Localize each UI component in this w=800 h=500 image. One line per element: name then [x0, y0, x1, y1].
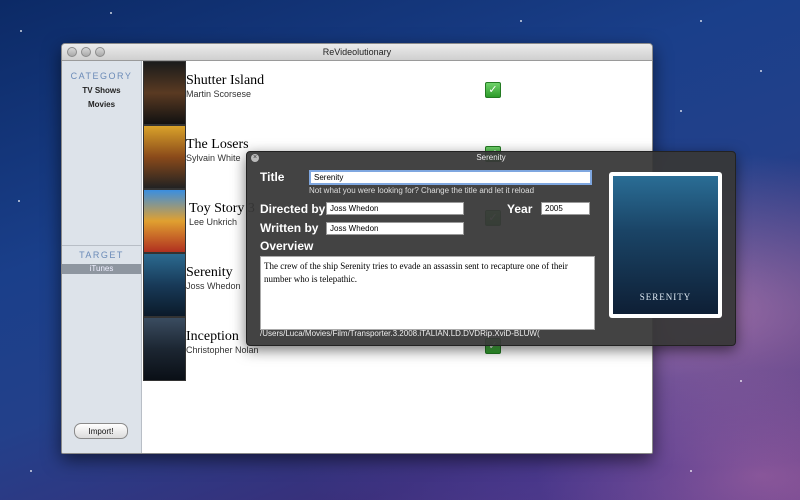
- target-heading: TARGET: [79, 250, 124, 260]
- file-path: /Users/Luca/Movies/Film/Transporter.3.20…: [260, 329, 540, 338]
- movie-director: Martin Scorsese: [186, 89, 252, 99]
- title-label: Title: [260, 170, 285, 184]
- overview-label: Overview: [260, 239, 314, 253]
- sidebar: CATEGORY TV Shows Movies TARGET iTunes I…: [62, 61, 142, 453]
- written-by-input[interactable]: Joss Whedon: [326, 222, 464, 235]
- movie-poster: [143, 253, 186, 317]
- movie-title: Shutter Island: [186, 73, 265, 88]
- movie-title: Inception: [186, 329, 239, 344]
- close-window-icon[interactable]: [67, 47, 77, 57]
- directed-by-label: Directed by: [260, 202, 326, 216]
- window-controls: [67, 47, 105, 57]
- movie-poster-large: SERENITY: [609, 172, 722, 318]
- checkmark-icon[interactable]: ✓: [485, 82, 501, 98]
- movie-director: Joss Whedon: [186, 281, 241, 291]
- year-input[interactable]: 2005: [541, 202, 590, 215]
- title-hint: Not what you were looking for? Change th…: [309, 186, 535, 195]
- list-item[interactable]: Shutter Island Martin Scorsese ✓: [142, 61, 652, 125]
- poster-art: SERENITY: [613, 176, 718, 314]
- title-input[interactable]: Serenity: [309, 170, 592, 185]
- category-heading: CATEGORY: [70, 71, 133, 81]
- movie-poster: [143, 189, 186, 253]
- written-by-label: Written by: [260, 221, 319, 235]
- panel-title: Serenity: [476, 153, 506, 162]
- movie-title: The Losers: [186, 137, 249, 152]
- close-icon[interactable]: ×: [251, 154, 259, 162]
- movie-director: Sylvain White: [186, 153, 241, 163]
- movie-director: Lee Unkrich: [189, 217, 238, 227]
- sidebar-item-itunes[interactable]: iTunes: [62, 264, 141, 274]
- sidebar-divider: [62, 245, 141, 246]
- window-title: ReVideolutionary: [322, 47, 392, 57]
- import-button[interactable]: Import!: [74, 423, 128, 439]
- minimize-window-icon[interactable]: [81, 47, 91, 57]
- year-label: Year: [507, 202, 533, 216]
- poster-caption: SERENITY: [639, 292, 692, 302]
- overview-textarea[interactable]: The crew of the ship Serenity tries to e…: [260, 256, 595, 330]
- movie-poster: [143, 61, 186, 125]
- movie-poster: [143, 317, 186, 381]
- movie-info-panel: × Serenity Title Serenity Not what you w…: [246, 151, 736, 346]
- movie-poster: [143, 125, 186, 189]
- window-titlebar[interactable]: ReVideolutionary: [62, 44, 652, 61]
- zoom-window-icon[interactable]: [95, 47, 105, 57]
- movie-title: Serenity: [186, 265, 233, 280]
- directed-by-input[interactable]: Joss Whedon: [326, 202, 464, 215]
- sidebar-item-movies[interactable]: Movies: [62, 100, 141, 109]
- sidebar-item-tv-shows[interactable]: TV Shows: [62, 86, 141, 95]
- movie-director: Christopher Nolan: [186, 345, 259, 355]
